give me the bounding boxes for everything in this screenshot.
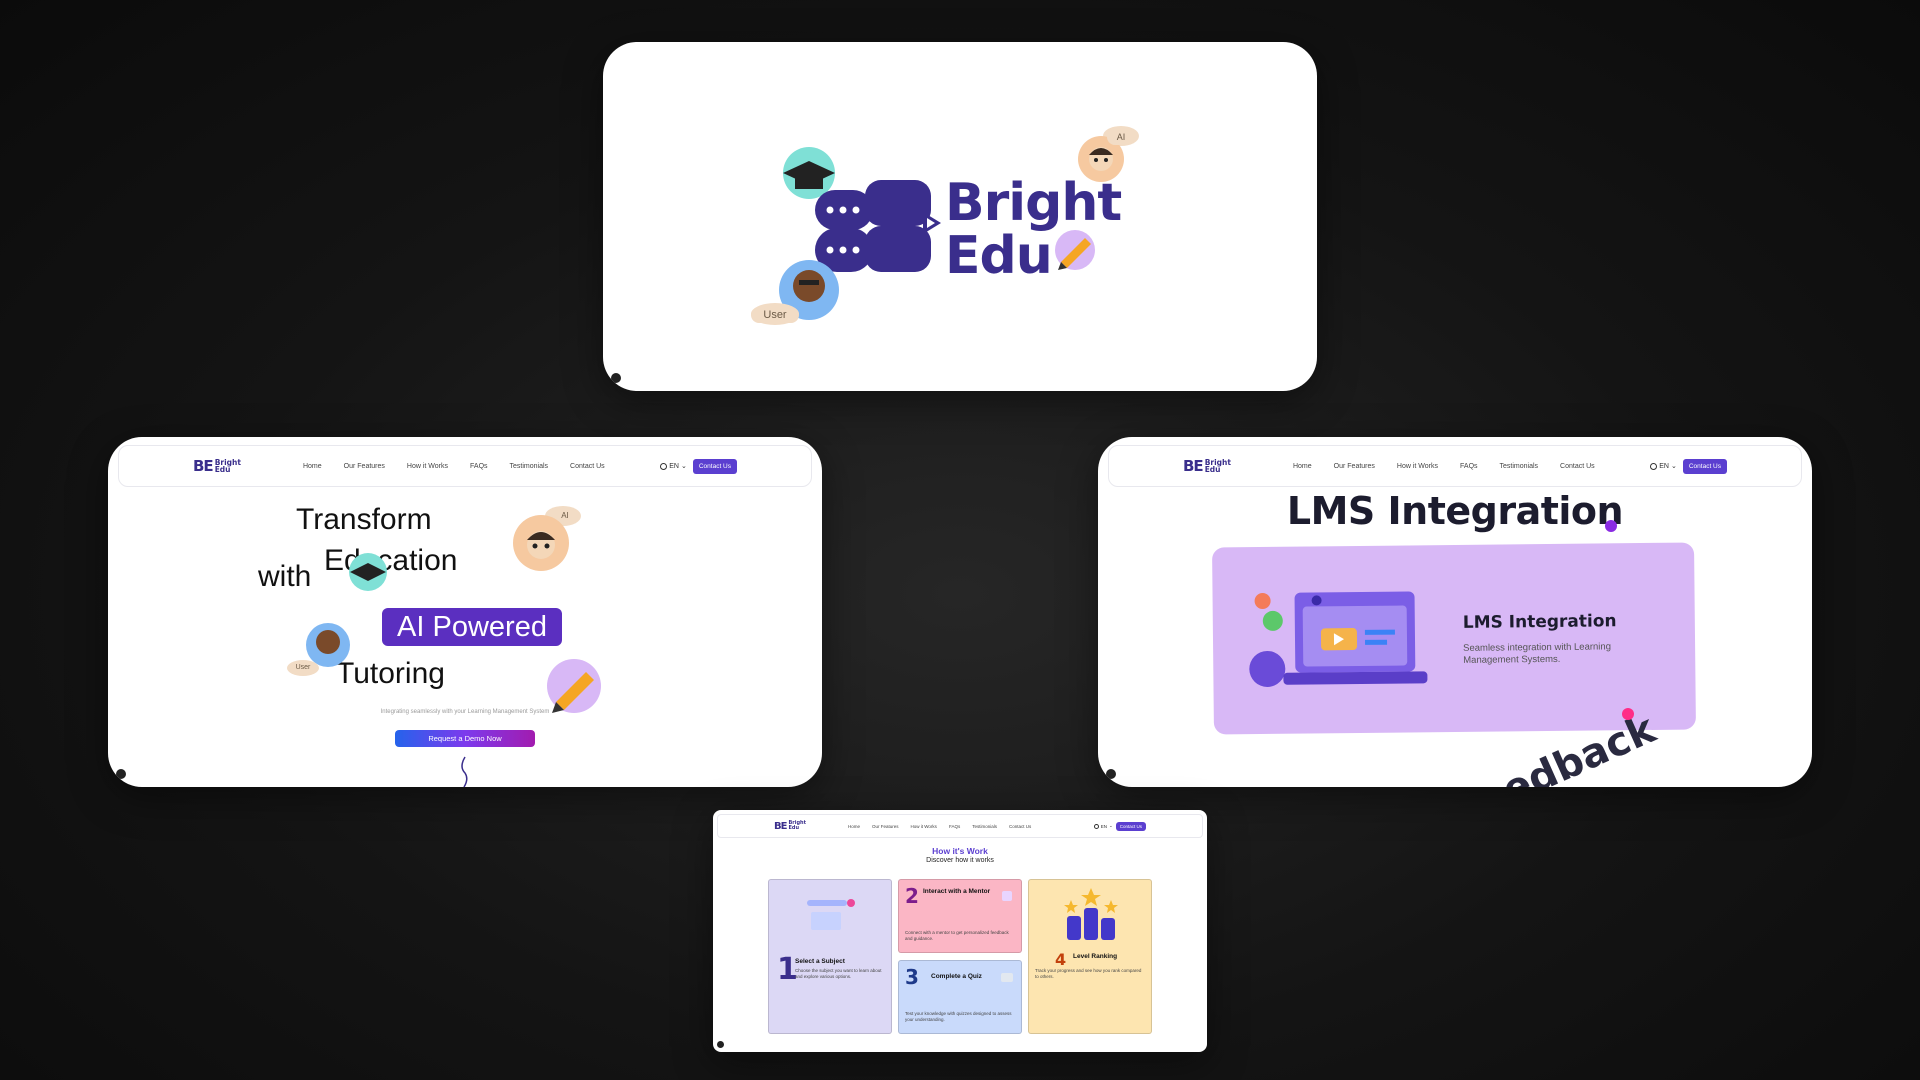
nav-right: EN ⌄ Contact Us bbox=[1650, 458, 1727, 474]
nav-logo-words: Bright Edu bbox=[1204, 459, 1231, 474]
lms-preview-card: BE Bright Edu Home Our Features How it W… bbox=[1098, 437, 1812, 787]
user-tag: User bbox=[751, 307, 799, 323]
step-number: 3 bbox=[905, 965, 919, 989]
nav-link-testimonials[interactable]: Testimonials bbox=[1500, 463, 1539, 470]
step-number: 2 bbox=[905, 884, 919, 908]
navbar: BE Bright Edu Home Our Features How it W… bbox=[717, 814, 1203, 838]
card-indicator-dot bbox=[717, 1041, 724, 1048]
star-icon bbox=[1064, 900, 1078, 913]
language-label: EN bbox=[1100, 823, 1107, 829]
step-description: Choose the subject you want to learn abo… bbox=[795, 968, 882, 979]
nav-link-home[interactable]: Home bbox=[1293, 463, 1312, 470]
language-selector[interactable]: EN ⌄ bbox=[1093, 823, 1113, 829]
navbar: BE Bright Edu Home Our Features How it W… bbox=[1108, 445, 1802, 487]
chevron-down-icon: ⌄ bbox=[1108, 823, 1113, 828]
logo-word-bright: Bright bbox=[945, 173, 1122, 233]
step-card-interact-mentor[interactable]: 2 Interact with a Mentor Connect with a … bbox=[898, 879, 1022, 953]
chevron-down-icon: ⌄ bbox=[1670, 463, 1677, 470]
card-indicator-dot bbox=[116, 769, 126, 779]
panel-description: Seamless integration with Learning Manag… bbox=[1463, 641, 1612, 666]
step-card-complete-quiz[interactable]: 3 Complete a Quiz Test your knowledge wi… bbox=[898, 960, 1022, 1034]
nav-logo-bottom: Edu bbox=[1204, 465, 1221, 474]
globe-icon bbox=[1249, 650, 1286, 687]
nav-link-contact[interactable]: Contact Us bbox=[1560, 463, 1595, 470]
nav-link-features[interactable]: Our Features bbox=[1334, 463, 1375, 470]
subject-illustration bbox=[807, 899, 855, 930]
nav-right: EN ⌄ Contact Us bbox=[1093, 821, 1146, 831]
hero-preview-card: BE Bright Edu Home Our Features How it W… bbox=[108, 437, 822, 787]
nav-logo-words: Bright Edu bbox=[788, 821, 806, 831]
nav-link-contact[interactable]: Contact Us bbox=[1009, 824, 1031, 829]
ai-tag: AI bbox=[1107, 129, 1135, 145]
step-number: 4 bbox=[1055, 950, 1067, 969]
lms-feature-panel: LMS Integration Seamless integration wit… bbox=[1212, 542, 1696, 735]
scroll-indicator-icon bbox=[461, 756, 468, 787]
nav-logo-mark: BE bbox=[1183, 457, 1204, 475]
nav-link-testimonials[interactable]: Testimonials bbox=[972, 824, 997, 829]
nav-logo-mark: BE bbox=[774, 820, 787, 832]
step-card-select-subject[interactable]: 1 Select a Subject Choose the subject yo… bbox=[768, 879, 892, 1034]
logo-preview-card: Bright Edu AI User bbox=[603, 42, 1317, 391]
star-icon bbox=[1104, 900, 1118, 913]
laptop-illustration bbox=[1249, 591, 1428, 687]
nav-link-faqs[interactable]: FAQs bbox=[1460, 463, 1478, 470]
nav-logo-bottom: Edu bbox=[788, 825, 800, 831]
ranking-podium-illustration bbox=[1064, 888, 1118, 940]
language-selector[interactable]: EN ⌄ bbox=[1650, 462, 1677, 470]
nav-link-home[interactable]: Home bbox=[848, 824, 860, 829]
section-title: LMS Integration bbox=[1286, 489, 1624, 533]
step-title: Level Ranking bbox=[1073, 953, 1118, 960]
logo-word-edu: Edu bbox=[945, 226, 1053, 286]
nav-link-how-it-works[interactable]: How it Works bbox=[911, 824, 937, 829]
step-description: Connect with a mentor to get personalize… bbox=[905, 930, 1009, 941]
nav-links: Home Our Features How it Works FAQs Test… bbox=[1293, 463, 1595, 470]
ai-tag: AI bbox=[561, 511, 569, 520]
mentor-icon bbox=[1002, 891, 1012, 901]
globe-icon bbox=[1093, 823, 1099, 829]
step-title: Select a Subject bbox=[795, 958, 845, 965]
user-tag: User bbox=[295, 664, 311, 671]
language-label: EN bbox=[1659, 462, 1669, 470]
step-card-level-ranking[interactable]: 4 Level Ranking Track your progress and … bbox=[1028, 879, 1152, 1034]
nav-logo[interactable]: BE Bright Edu bbox=[1183, 457, 1231, 475]
accent-dot bbox=[1605, 520, 1617, 532]
nav-link-faqs[interactable]: FAQs bbox=[949, 824, 960, 829]
nav-links: Home Our Features How it Works FAQs Test… bbox=[848, 824, 1031, 829]
how-it-works-preview-card: BE Bright Edu Home Our Features How it W… bbox=[713, 810, 1207, 1052]
accent-dot-pink bbox=[1622, 708, 1634, 720]
hero-subtitle: Integrating seamlessly with your Learnin… bbox=[380, 709, 550, 715]
step-description: Track your progress and see how you rank… bbox=[1035, 968, 1142, 979]
card-indicator-dot bbox=[611, 373, 621, 383]
contact-us-button[interactable]: Contact Us bbox=[1115, 821, 1146, 831]
quiz-icon bbox=[1001, 973, 1013, 982]
step-title: Complete a Quiz bbox=[931, 973, 982, 980]
globe-icon bbox=[1650, 462, 1658, 470]
contact-us-button[interactable]: Contact Us bbox=[1682, 458, 1727, 474]
section-subtitle: Discover how it works bbox=[926, 857, 994, 864]
step-description: Test your knowledge with quizzes designe… bbox=[905, 1011, 1012, 1022]
be-mark bbox=[815, 180, 941, 272]
gear-icon bbox=[1254, 593, 1271, 610]
request-demo-button[interactable]: Request a Demo Now bbox=[395, 730, 535, 747]
panel-title: LMS Integration bbox=[1462, 611, 1617, 633]
nav-link-how-it-works[interactable]: How it Works bbox=[1397, 463, 1438, 470]
nav-link-features[interactable]: Our Features bbox=[872, 824, 899, 829]
section-title: How it's Work bbox=[932, 846, 988, 856]
card-indicator-dot bbox=[1106, 769, 1116, 779]
step-title: Interact with a Mentor bbox=[923, 888, 991, 895]
gear-icon bbox=[1262, 610, 1283, 631]
star-icon bbox=[1081, 888, 1101, 906]
nav-logo[interactable]: BE Bright Edu bbox=[774, 821, 806, 832]
